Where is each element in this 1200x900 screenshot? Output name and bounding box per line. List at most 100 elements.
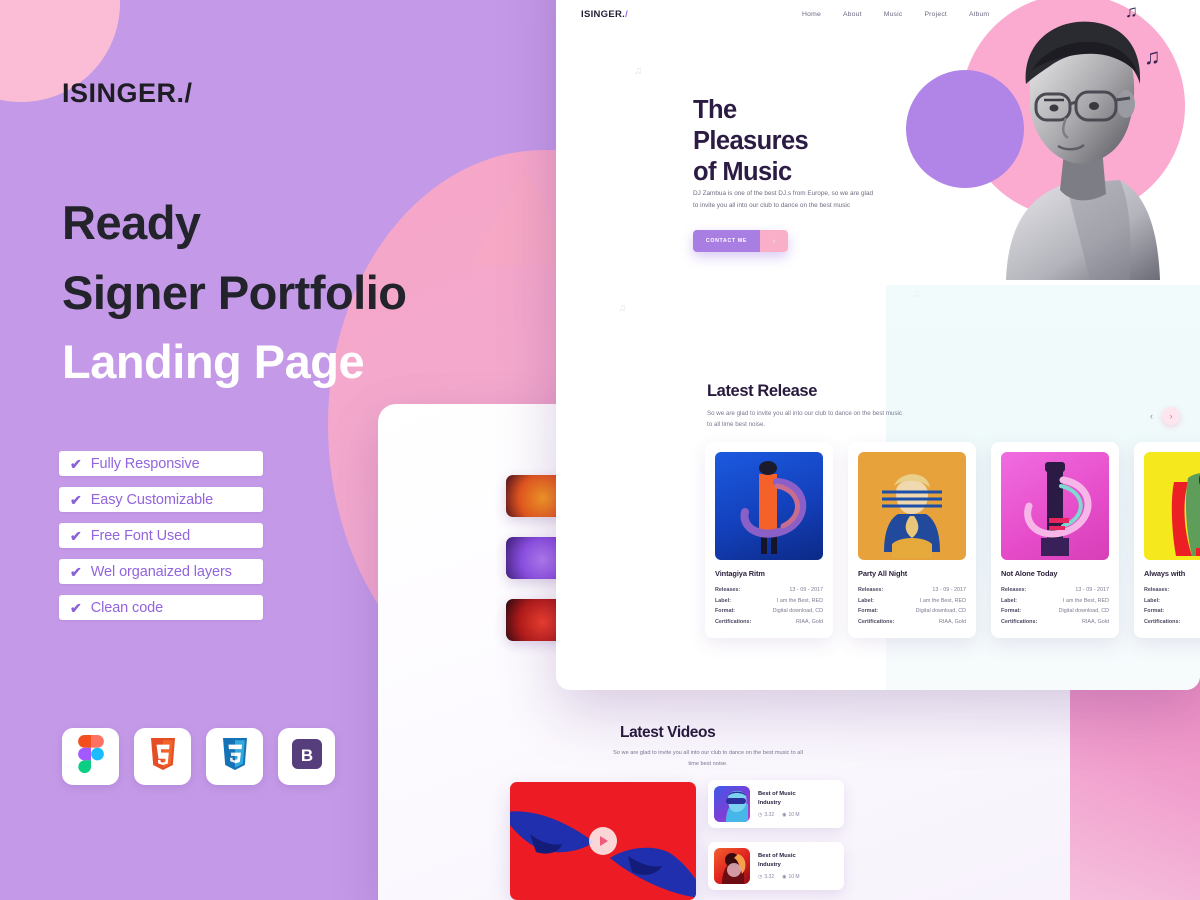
video-views-value: 10 M [788, 812, 800, 819]
nav-link-about[interactable]: About [843, 11, 862, 18]
field-value: 13 - 09 - 2017 [789, 587, 823, 593]
music-note-icon: ♫ [912, 288, 921, 300]
album-field-certifications: Certifications: RIAA, Gold [715, 617, 823, 628]
field-label: Label: [1144, 597, 1160, 604]
album-field-releases: Releases: 13 - 09 - 2017 [1001, 585, 1109, 596]
album-field-format: Format: Digital download, CD [858, 606, 966, 617]
field-value: Digital download, CD [772, 608, 823, 615]
eye-icon: ◉ [782, 874, 787, 881]
field-label: Format: [858, 608, 879, 615]
album-field-certifications: Certifications: RIAA, Gold [1001, 617, 1109, 628]
album-name: Always with [1144, 569, 1186, 578]
mockup-composition: ISINGER./ Home About Music Project Album… [0, 0, 1200, 900]
hero-description: DJ Zambua is one of the best DJ.s from E… [693, 190, 874, 209]
video-title-line-2: Industry [758, 800, 781, 806]
album-card[interactable]: Vintagiya Ritm Releases: 13 - 09 - 2017 … [705, 442, 833, 639]
artist-portrait [970, 12, 1166, 280]
mockup-logo[interactable]: ISINGER./ [581, 9, 628, 20]
latest-release-subtitle: So we are glad to invite you all into ou… [707, 410, 903, 429]
field-label: Label: [715, 597, 731, 604]
clock-icon: ◷ [758, 874, 763, 881]
field-value: RIAA, Gold [939, 618, 966, 625]
field-value: 13 - 09 - 2017 [1075, 587, 1109, 593]
album-field-releases: Releases: 13 - 09 - 2017 [858, 585, 966, 596]
field-label: Releases: [715, 587, 741, 593]
field-value: I am the Best, RED [1062, 597, 1109, 604]
mockup-logo-text: ISINGER. [581, 8, 626, 20]
video-duration-value: 3.32 [764, 874, 775, 881]
video-title-line-2: Industry [758, 862, 781, 868]
album-field-certifications: Certifications: RIAA, Gold [858, 617, 966, 628]
album-field-certifications: Certifications: [1144, 617, 1200, 628]
video-meta: Best of Music Industry ◷ 3.32 ◉ 10 M [758, 852, 838, 881]
video-views: ◉ 10 M [782, 874, 800, 880]
music-note-icon: ♫ [1125, 2, 1138, 21]
carousel-controls: ‹ › [1150, 407, 1180, 425]
album-name: Not Alone Today [1001, 569, 1058, 578]
video-duration-value: 3.32 [764, 812, 775, 819]
mockup-logo-slash: / [625, 8, 629, 20]
nav-link-home[interactable]: Home [802, 11, 821, 18]
field-label: Releases: [1001, 587, 1027, 593]
album-card-list: Vintagiya Ritm Releases: 13 - 09 - 2017 … [705, 442, 1200, 639]
clock-icon: ◷ [758, 812, 763, 819]
latest-videos-title: Latest Videos [620, 724, 716, 741]
album-field-format: Format: Digital download, CD [715, 606, 823, 617]
field-value: RIAA, Gold [1082, 618, 1109, 625]
album-field-releases: Releases: 13 - 09 - 2017 [715, 585, 823, 596]
eye-icon: ◉ [782, 812, 787, 819]
album-name: Vintagiya Ritm [715, 569, 765, 578]
music-note-icon: ♫ [634, 65, 643, 77]
field-label: Label: [1001, 597, 1017, 604]
video-stats: ◷ 3.32 ◉ 10 M [758, 874, 838, 880]
field-label: Certifications: [1144, 618, 1181, 625]
video-title-line-1: Best of Music [758, 852, 796, 859]
album-field-format: Format: [1144, 606, 1200, 617]
album-field-label: Label: [1144, 596, 1200, 607]
album-field-label: Label: I am the Best, RED [1001, 596, 1109, 607]
field-value: RIAA, Gold [796, 618, 823, 625]
field-label: Certifications: [715, 618, 752, 625]
mockup-main-page: ISINGER./ Home About Music Project Album… [556, 0, 1200, 690]
video-list-item[interactable]: Best of Music Industry ◷ 3.32 ◉ 10 M [708, 780, 844, 828]
music-note-icon: ♫ [618, 302, 627, 314]
video-list: Best of Music Industry ◷ 3.32 ◉ 10 M Best … [708, 780, 844, 900]
video-list-item[interactable]: Best of Music Industry ◷ 3.32 ◉ 10 M [708, 842, 844, 890]
video-meta: Best of Music Industry ◷ 3.32 ◉ 10 M [758, 790, 838, 819]
field-value: Digital download, CD [915, 608, 966, 615]
album-artwork [1144, 452, 1200, 560]
field-value: 13 - 09 - 2017 [932, 587, 966, 593]
carousel-prev-icon[interactable]: ‹ [1150, 411, 1153, 421]
album-card[interactable]: Party All Night Releases: 13 - 09 - 2017… [848, 442, 976, 639]
field-label: Format: [1001, 608, 1022, 615]
field-label: Certifications: [1001, 618, 1038, 625]
video-duration: ◷ 3.32 [758, 812, 774, 818]
field-label: Releases: [858, 587, 884, 593]
field-label: Releases: [1144, 587, 1170, 593]
album-field-format: Format: Digital download, CD [1001, 606, 1109, 617]
album-artwork [858, 452, 966, 560]
contact-me-label: CONTACT ME [693, 230, 760, 252]
hero-artwork: ♫ ♫ [886, 0, 1191, 282]
field-label: Format: [715, 608, 736, 615]
video-views-value: 10 M [788, 874, 800, 881]
latest-release-title: Latest Release [707, 382, 817, 400]
field-label: Label: [858, 597, 874, 604]
video-title-line-1: Best of Music [758, 790, 796, 797]
album-card[interactable]: Always with Releases: 13 - 09 - 2017 Lab… [1134, 442, 1200, 639]
album-artwork [1001, 452, 1109, 560]
carousel-next-icon[interactable]: › [1162, 407, 1180, 425]
field-value: I am the Best, RED [919, 597, 966, 604]
field-label: Certifications: [858, 618, 895, 625]
album-field-releases: Releases: 13 - 09 - 2017 [1144, 585, 1200, 596]
video-thumbnail [714, 786, 750, 822]
chevron-right-icon: › [760, 230, 788, 252]
field-value: Digital download, CD [1058, 608, 1109, 615]
album-artwork [715, 452, 823, 560]
field-value: I am the Best, RED [776, 597, 823, 604]
album-card[interactable]: Not Alone Today Releases: 13 - 09 - 2017… [991, 442, 1119, 639]
play-icon[interactable] [589, 827, 617, 855]
featured-video-thumbnail[interactable] [510, 782, 696, 900]
album-field-label: Label: I am the Best, RED [858, 596, 966, 607]
contact-me-button[interactable]: CONTACT ME › [693, 230, 788, 252]
